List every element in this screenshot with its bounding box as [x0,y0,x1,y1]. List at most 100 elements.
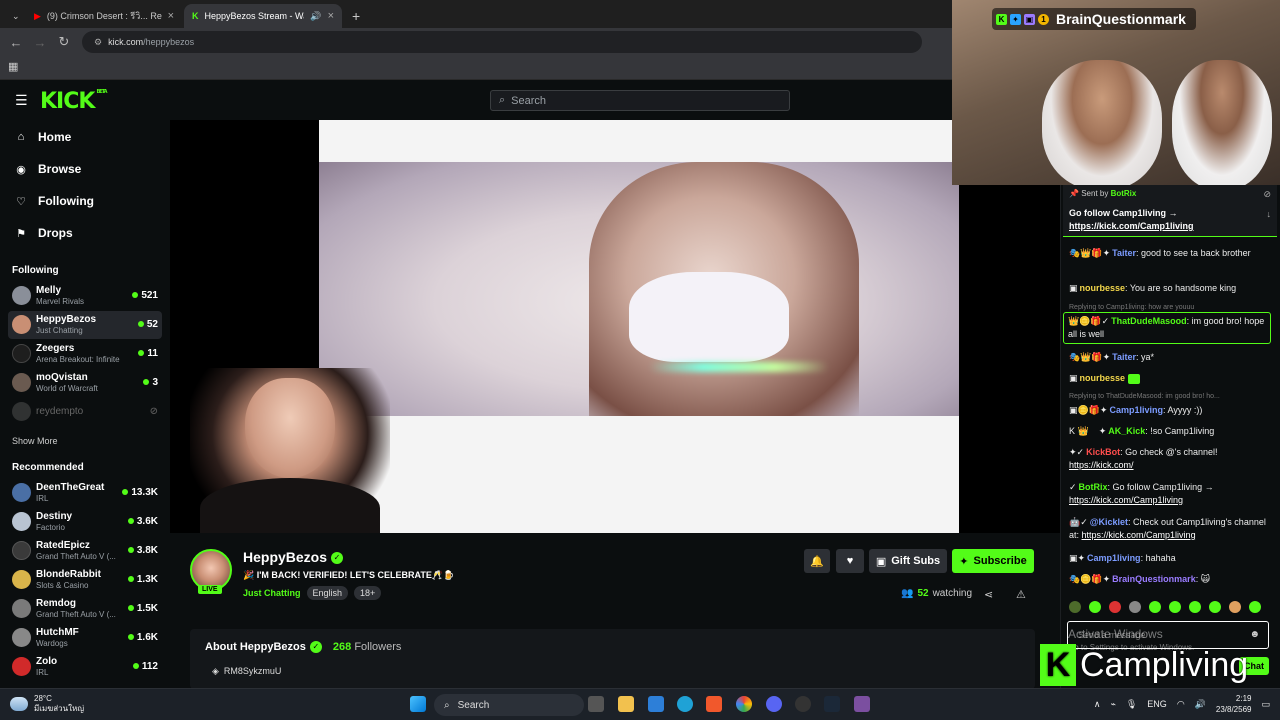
category-link[interactable]: Just Chatting [243,588,301,598]
search-input[interactable]: ⌕ Search [490,90,790,111]
sidebar-item-browse[interactable]: ◉ Browse [14,162,81,176]
file-explorer-icon[interactable] [618,696,634,712]
forward-icon[interactable]: → [28,35,52,50]
tag-18plus[interactable]: 18+ [354,586,382,600]
emote-icon[interactable] [1229,601,1241,613]
emote-icon[interactable] [1129,601,1141,613]
channel-ratedepicz[interactable]: RatedEpicz Grand Theft Auto V (... 3.8K [8,537,162,565]
emote-icon[interactable] [1089,601,1101,613]
emote-icon[interactable] [1109,601,1121,613]
share-icon[interactable]: ⋖ [984,588,993,601]
site-info-icon[interactable]: ⚙ [94,37,102,48]
mic-icon[interactable]: 🎙 [1126,699,1137,710]
back-icon[interactable]: ← [4,35,28,50]
streamer-name[interactable]: HeppyBezos [243,549,327,565]
chat-username[interactable]: BotRix [1079,482,1108,492]
channel-name: moQvistan [36,372,88,383]
show-more-link[interactable]: Show More [12,436,58,446]
apps-grid-icon[interactable]: ▦ [8,60,18,73]
chat-link[interactable]: https://kick.com/ [1069,460,1134,470]
chat-username[interactable]: Camp1living [1109,405,1163,415]
discord-icon[interactable] [766,696,782,712]
pinned-user[interactable]: BotRix [1111,189,1137,198]
chevron-up-icon[interactable]: ∧ [1094,699,1101,710]
taskbar-search[interactable]: ⌕ Search [434,694,584,716]
edge-icon[interactable] [677,696,693,712]
avatar [12,657,31,676]
chat-username[interactable]: BrainQuestionmark [1112,574,1196,584]
steam-icon[interactable] [824,696,840,712]
windows-start-icon[interactable] [410,696,426,712]
task-view-icon[interactable] [588,696,604,712]
tab-crimson-desert[interactable]: ▶ (9) Crimson Desert : รีวิ... Revie × [26,4,182,28]
chat-username[interactable]: ThatDudeMasood [1111,316,1187,326]
tab-heppybezos[interactable]: K HeppyBezos Stream - Watc 🔊 × [184,4,342,28]
channel-zolo[interactable]: Zolo IRL 112 [8,653,162,681]
follow-heart-button[interactable]: ♥ [836,549,864,573]
sidebar-item-drops[interactable]: ⚑ Drops [14,226,73,240]
chat-username[interactable]: Taiter [1112,352,1136,362]
channel-remdog[interactable]: Remdog Grand Theft Auto V (... 1.5K [8,595,162,623]
clock[interactable]: 2:19 23/8/2569 [1216,693,1252,715]
tab-list-button[interactable]: ⌄ [4,4,22,28]
close-icon[interactable]: × [328,10,334,22]
heart-icon: ♥ [846,555,854,567]
chat-username[interactable]: KickBot [1086,447,1120,457]
gift-subs-button[interactable]: ▣ Gift Subs [869,549,947,573]
emote-icon[interactable] [1209,601,1221,613]
emote-icon[interactable] [1149,601,1161,613]
channel-reydempto[interactable]: reydempto ⊘ [8,398,162,426]
channel-melly[interactable]: Melly Marvel Rivals 521 [8,282,162,310]
network-icon[interactable]: ⌁ [1110,699,1115,710]
channel-heppybezos[interactable]: HeppyBezos Just Chatting 52 [8,311,162,339]
channel-zeegers[interactable]: Zeegers Arena Breakout: Infinite 11 [8,340,162,368]
notification-icon[interactable]: ▭ [1261,699,1270,710]
chat-username[interactable]: Taiter [1112,248,1136,258]
viewer-count: 521 [132,290,158,301]
notification-bell-button[interactable]: 🔔 [804,549,830,573]
discord-link[interactable]: ◈ RM8SykzmuU [212,666,281,677]
chat-username[interactable]: nourbesse [1080,283,1126,293]
kick-logo[interactable]: KICK BETA [40,89,108,114]
brave-icon[interactable] [706,696,722,712]
language-indicator[interactable]: ENG [1147,699,1167,709]
chrome-icon[interactable] [736,696,752,712]
channel-destiny[interactable]: Destiny Factorio 3.6K [8,508,162,536]
chat-username[interactable]: @Kicklet [1090,517,1128,527]
video-player[interactable] [170,120,1060,533]
emote-icon[interactable] [1069,601,1081,613]
channel-hutchmf[interactable]: HutchMF Wardogs 1.6K [8,624,162,652]
emoji-icon[interactable]: ☻ [1249,629,1260,640]
app-icon[interactable] [854,696,870,712]
sidebar-item-home[interactable]: ⌂ Home [14,130,72,144]
report-icon[interactable]: ⚠ [1016,588,1026,601]
menu-icon[interactable]: ☰ [15,92,28,109]
store-icon[interactable] [648,696,664,712]
emote-icon[interactable] [1169,601,1181,613]
channel-deenthegreat[interactable]: DeenTheGreat IRL 13.3K [8,479,162,507]
chat-username[interactable]: nourbesse [1080,373,1126,383]
weather-widget[interactable]: 28°C มีเมฆส่วนใหญ่ [10,694,84,714]
volume-icon[interactable]: 🔊 [1195,699,1206,710]
expand-icon[interactable]: ↓ [1267,209,1272,219]
url-input[interactable]: ⚙ kick.com/heppybezos [82,31,922,53]
channel-moqvistan[interactable]: moQvistan World of Warcraft 3 [8,369,162,397]
chat-username[interactable]: Camp1living [1087,553,1141,563]
subscribe-button[interactable]: ✦ Subscribe [952,549,1034,573]
chat-username[interactable]: AK_Kick [1108,426,1145,436]
new-tab-button[interactable]: + [344,4,362,28]
reload-icon[interactable]: ↻ [52,34,76,50]
obs-icon[interactable] [795,696,811,712]
speaker-icon[interactable]: 🔊 [310,11,321,22]
tag-english[interactable]: English [306,586,349,600]
emote-icon[interactable] [1249,601,1261,613]
sidebar-item-following[interactable]: ♡ Following [14,194,94,208]
pinned-link[interactable]: https://kick.com/Camp1living [1069,221,1194,231]
channel-blonderabbit[interactable]: BlondeRabbit Slots & Casino 1.3K [8,566,162,594]
chat-link[interactable]: https://kick.com/Camp1living [1069,495,1183,505]
close-icon[interactable]: × [168,10,174,22]
unpin-icon[interactable]: ⊘ [1263,189,1271,200]
emote-icon[interactable] [1189,601,1201,613]
chat-link[interactable]: https://kick.com/Camp1living [1082,530,1196,540]
wifi-icon[interactable]: ◠ [1177,699,1185,710]
